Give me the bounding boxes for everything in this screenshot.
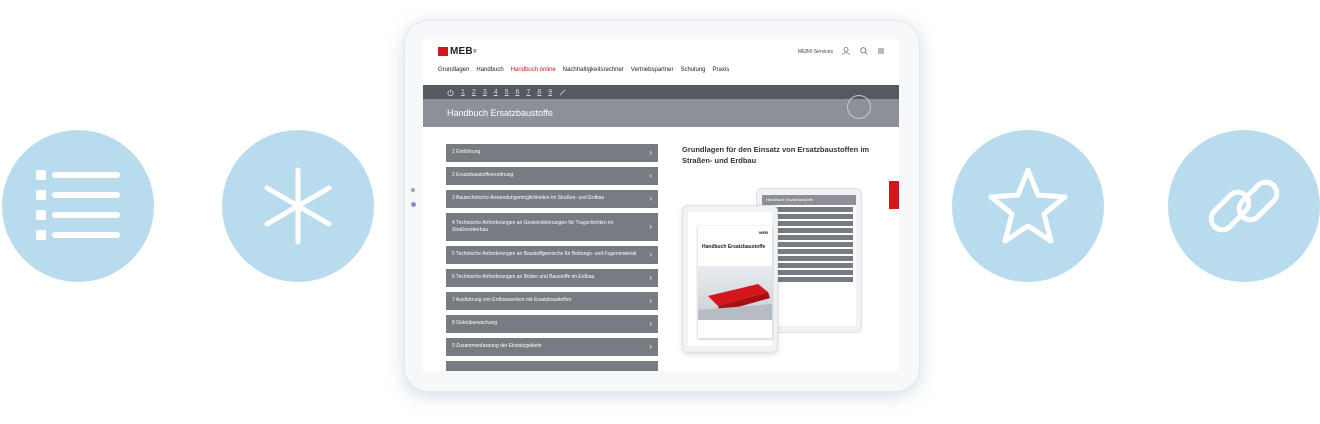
chapter-item-9[interactable]: 9 Zusammenfassung der Einsatzgebiete ›: [446, 338, 658, 356]
chevron-right-icon: ›: [649, 319, 652, 328]
chevron-right-icon: ›: [649, 222, 652, 231]
chapter-item-8[interactable]: 8 Güteüberwachung ›: [446, 315, 658, 333]
site-header: MEB ® MEB® Services Grundlagen Handbuch …: [423, 39, 899, 85]
chapter-item-2[interactable]: 2 Ersatzbaustoffverordnung ›: [446, 167, 658, 185]
chapter-item-3[interactable]: 3 Bautechnische Anwendungsmöglichkeiten …: [446, 190, 658, 208]
nav-item-grundlagen[interactable]: Grundlagen: [438, 67, 469, 73]
chevron-right-icon: ›: [649, 194, 652, 203]
chapter-item-6[interactable]: 6 Technische Anforderungen an Böden und …: [446, 269, 658, 287]
power-ring-icon: [847, 95, 871, 119]
chapter-item-7[interactable]: 7 Ausführung von Erdbauwerken mit Ersatz…: [446, 292, 658, 310]
nav-item-vertriebspartner[interactable]: Vertriebspartner: [631, 67, 674, 73]
chevron-right-icon: ›: [649, 250, 652, 259]
logo-mark-icon: [438, 47, 448, 56]
chevron-right-icon: ›: [649, 342, 652, 351]
nav-item-praxis[interactable]: Praxis: [713, 67, 730, 73]
cover-image: [698, 266, 772, 320]
chapter-link-6[interactable]: 6: [516, 89, 520, 96]
side-panel-title: Grundlagen für den Einsatz von Ersatzbau…: [682, 145, 870, 166]
star-feature: [952, 130, 1104, 282]
asterisk-feature: [222, 130, 374, 282]
tablet-camera: [411, 188, 415, 192]
chapter-item-1[interactable]: 1 Einführung ›: [446, 144, 658, 162]
link-feature: [1168, 130, 1320, 282]
mini-tablet-title: Handbuch Ersatzbaustoffe: [762, 195, 856, 205]
page-banner: Handbuch Ersatzbaustoffe: [423, 95, 899, 127]
chapter-link-3[interactable]: 3: [483, 89, 487, 96]
meb-logo[interactable]: MEB ®: [438, 46, 477, 57]
handbook-cover: MEB Handbuch Ersatzbaustoffe: [698, 226, 772, 338]
list-icon: [36, 170, 120, 240]
star-icon: [988, 167, 1068, 244]
asterisk-icon: [264, 167, 332, 245]
chapter-item-5[interactable]: 5 Technische Anforderungen an Baustoffge…: [446, 246, 658, 264]
chevron-right-icon: ›: [649, 273, 652, 282]
bookmark-tab[interactable]: [889, 181, 899, 209]
search-icon[interactable]: [860, 47, 868, 55]
nav-item-handbuch[interactable]: Handbuch: [476, 67, 503, 73]
tablet-sensor: [411, 202, 416, 207]
chapter-item-4[interactable]: 4 Technische Anforderungen an Gesteinskö…: [446, 213, 658, 241]
user-icon[interactable]: [842, 47, 850, 55]
chevron-right-icon: ›: [649, 296, 652, 305]
nav-item-handbuch-online[interactable]: Handbuch online: [511, 67, 556, 73]
chevron-right-icon: ›: [649, 148, 652, 157]
main-nav: Grundlagen Handbuch Handbuch online Nach…: [438, 67, 729, 73]
list-feature: [2, 130, 154, 282]
chapter-link-9[interactable]: 9: [548, 89, 552, 96]
power-icon[interactable]: [447, 88, 454, 96]
page-title: Handbuch Ersatzbaustoffe: [447, 108, 553, 118]
services-link[interactable]: MEB® Services: [798, 49, 833, 55]
chapter-link-5[interactable]: 5: [505, 89, 509, 96]
mini-tablet-front: MEB Handbuch Ersatzbaustoffe: [682, 205, 778, 353]
nav-item-nachhaltigkeitsrechner[interactable]: Nachhaltigkeitsrechner: [563, 67, 624, 73]
chapter-link-7[interactable]: 7: [526, 89, 530, 96]
chapter-bar: 1 2 3 4 5 6 7 8 9: [423, 85, 899, 99]
chapter-item-10[interactable]: [446, 361, 658, 371]
chevron-right-icon: ›: [649, 171, 652, 180]
nav-item-schulung[interactable]: Schulung: [681, 67, 706, 73]
menu-icon[interactable]: [877, 47, 885, 55]
link-icon: [1208, 179, 1280, 233]
chapter-link-1[interactable]: 1: [461, 89, 465, 96]
pencil-icon[interactable]: [559, 89, 566, 96]
chapter-link-2[interactable]: 2: [472, 89, 476, 96]
chapter-link-4[interactable]: 4: [494, 89, 498, 96]
chapter-link-8[interactable]: 8: [537, 89, 541, 96]
tablet-screen: MEB ® MEB® Services Grundlagen Handbuch …: [423, 39, 899, 371]
chapter-list: 1 Einführung › 2 Ersatzbaustoffverordnung…: [446, 144, 658, 371]
